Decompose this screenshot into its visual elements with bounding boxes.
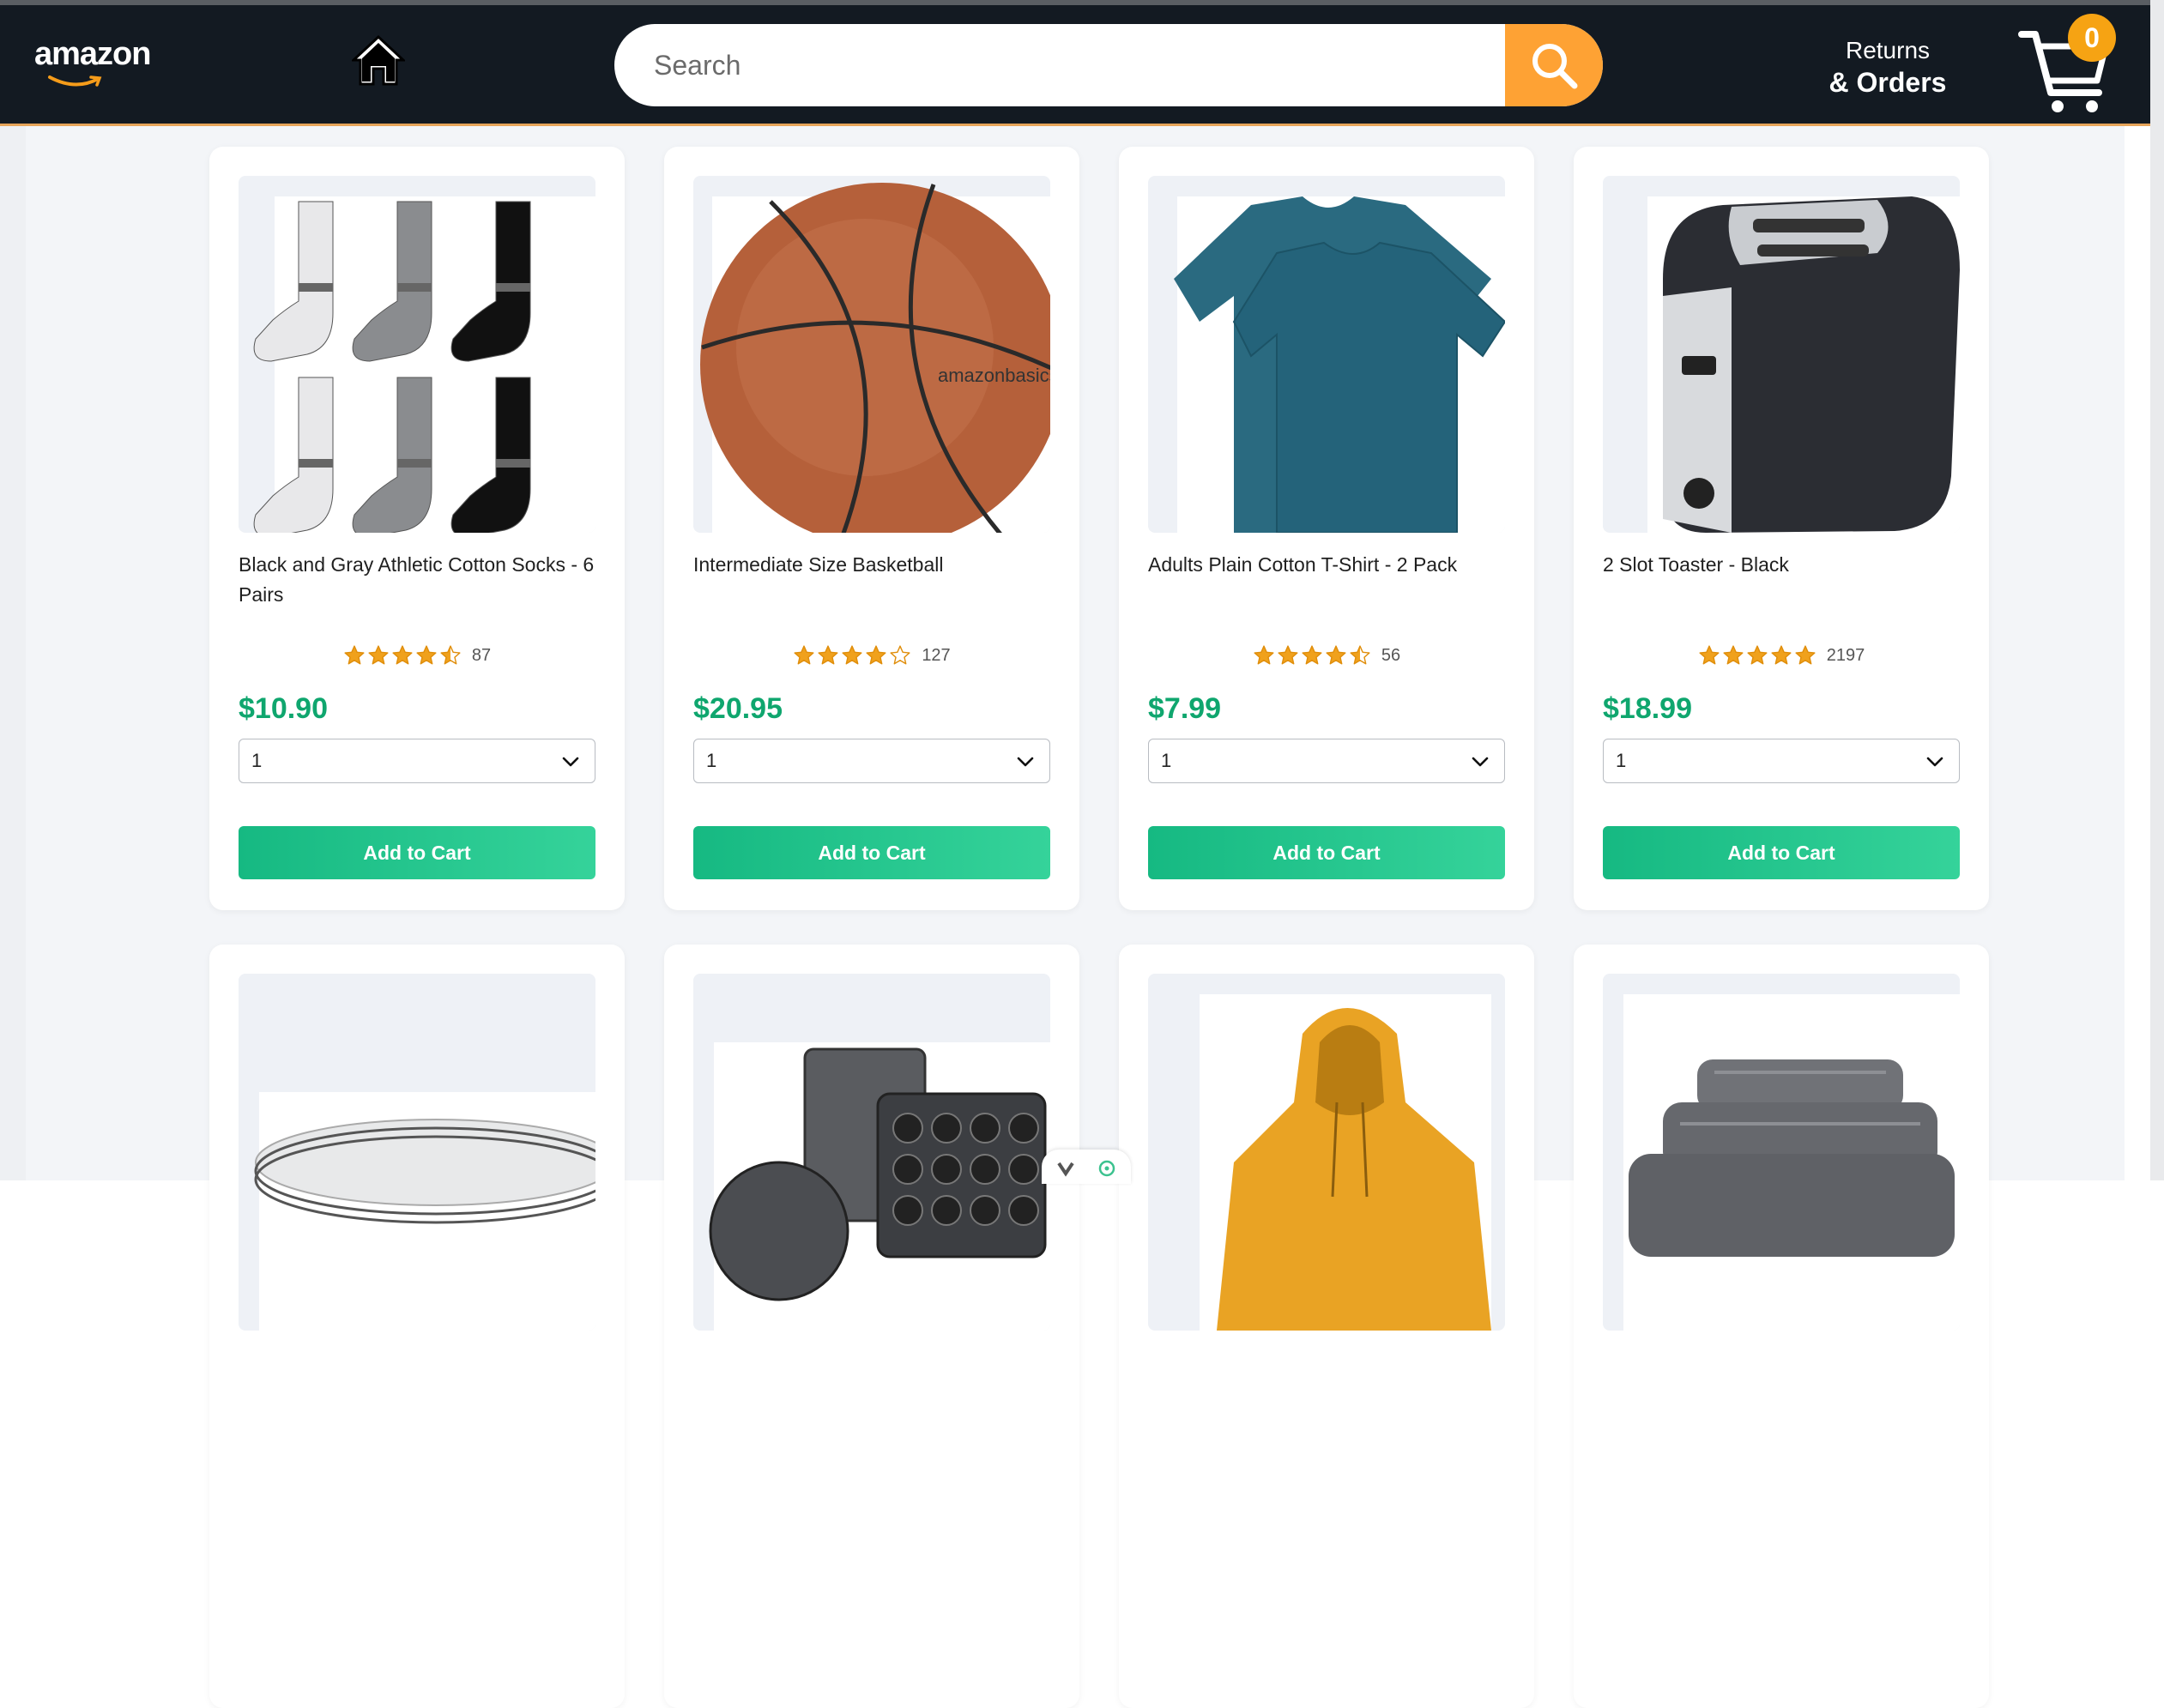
product-rating: 127 (693, 644, 1050, 667)
amazon-logo[interactable]: amazon (34, 36, 151, 87)
rating-stars (343, 644, 462, 667)
star-icon (1278, 645, 1298, 665)
chevron-down-icon (1057, 1162, 1074, 1177)
product-price: $10.90 (239, 692, 328, 725)
star-icon (440, 645, 461, 665)
chevron-down-icon (562, 757, 579, 767)
rating-count[interactable]: 87 (472, 646, 491, 666)
rating-count[interactable]: 56 (1381, 646, 1400, 666)
product-price: $7.99 (1148, 692, 1222, 725)
star-icon (842, 645, 862, 665)
rating-stars (1253, 644, 1371, 667)
chevron-down-icon (1017, 757, 1034, 767)
product-rating: 56 (1148, 644, 1505, 667)
search-icon (1532, 44, 1578, 89)
quantity-value: 1 (1616, 750, 1627, 771)
product-card (209, 945, 625, 1708)
product-name: Black and Gray Athletic Cotton Socks - 6… (239, 553, 595, 606)
star-icon (416, 645, 437, 665)
rating-stars (793, 644, 911, 667)
rating-stars (1698, 644, 1816, 667)
star-icon (1747, 645, 1768, 665)
svg-text:amazonbasics: amazonbasics (938, 365, 1050, 386)
star-icon (1254, 645, 1274, 665)
product-name: Intermediate Size Basketball (693, 553, 944, 576)
page-margin (0, 126, 26, 1180)
site-header: amazon Returns & Orders 0 (0, 5, 2164, 126)
rating-count[interactable]: 127 (922, 646, 950, 666)
product-image[interactable]: amazonbasics (693, 176, 1050, 533)
products-page: Black and Gray Athletic Cotton Socks - 6… (26, 126, 2125, 1708)
product-rating: 87 (239, 644, 595, 667)
add-to-cart-button[interactable]: Add to Cart (693, 826, 1050, 879)
cart-count-badge: 0 (2068, 14, 2116, 62)
search-button[interactable] (1505, 24, 1603, 106)
quantity-value: 1 (706, 750, 717, 771)
product-card (1574, 945, 1989, 1708)
returns-label: Returns (1845, 37, 1931, 63)
product-image[interactable] (693, 974, 1050, 1331)
chevron-down-icon (1472, 757, 1489, 767)
star-icon (1699, 645, 1720, 665)
star-icon (1326, 645, 1346, 665)
star-icon (890, 645, 910, 665)
star-icon (1350, 645, 1370, 665)
product-price: $18.99 (1603, 692, 1692, 725)
product-image[interactable] (1603, 974, 1960, 1331)
product-name: 2 Slot Toaster - Black (1603, 553, 1789, 576)
product-image[interactable] (239, 974, 595, 1331)
product-card: amazonbasics Intermediate Size Basketbal… (664, 147, 1079, 910)
quantity-select[interactable]: 1 (239, 739, 595, 783)
star-icon (866, 645, 886, 665)
add-to-cart-button[interactable]: Add to Cart (239, 826, 595, 879)
star-icon (344, 645, 365, 665)
product-card (1119, 945, 1534, 1708)
logo-text: amazon (34, 36, 151, 72)
quantity-value: 1 (1161, 750, 1172, 771)
quantity-select[interactable]: 1 (693, 739, 1050, 783)
logo-smile-icon (48, 75, 102, 87)
quantity-value: 1 (251, 750, 263, 771)
product-card: Black and Gray Athletic Cotton Socks - 6… (209, 147, 625, 910)
chevron-down-icon (1926, 757, 1943, 767)
product-rating: 2197 (1603, 644, 1960, 667)
star-icon (368, 645, 389, 665)
scrollbar-track (2150, 0, 2164, 1180)
star-icon (1302, 645, 1322, 665)
toolbar-icons (1057, 1160, 1115, 1177)
star-icon (1795, 645, 1816, 665)
add-to-cart-button[interactable]: Add to Cart (1603, 826, 1960, 879)
add-to-cart-button[interactable]: Add to Cart (1148, 826, 1505, 879)
star-icon (794, 645, 814, 665)
product-image[interactable] (239, 176, 595, 533)
quantity-select[interactable]: 1 (1603, 739, 1960, 783)
product-card: 2 Slot Toaster - Black 2197 $18.99 1 Add… (1574, 147, 1989, 910)
product-card: Adults Plain Cotton T-Shirt - 2 Pack 56 … (1119, 147, 1534, 910)
star-icon (818, 645, 838, 665)
star-icon (1771, 645, 1792, 665)
star-icon (392, 645, 413, 665)
orders-label: & Orders (1829, 67, 1947, 98)
product-name: Adults Plain Cotton T-Shirt - 2 Pack (1148, 553, 1458, 576)
product-image[interactable] (1148, 974, 1505, 1331)
floating-toolbar[interactable] (1042, 1150, 1131, 1184)
product-image[interactable] (1603, 176, 1960, 533)
quantity-select[interactable]: 1 (1148, 739, 1505, 783)
star-icon (1723, 645, 1744, 665)
cart-button[interactable]: 0 (2016, 14, 2116, 117)
product-image[interactable] (1148, 176, 1505, 533)
returns-orders-link[interactable]: Returns & Orders (1810, 36, 1965, 100)
search-bar (614, 24, 1603, 106)
product-card (664, 945, 1079, 1708)
rating-count[interactable]: 2197 (1827, 646, 1865, 666)
product-price: $20.95 (693, 692, 783, 725)
search-input[interactable] (614, 24, 1502, 106)
home-icon[interactable] (352, 34, 405, 88)
